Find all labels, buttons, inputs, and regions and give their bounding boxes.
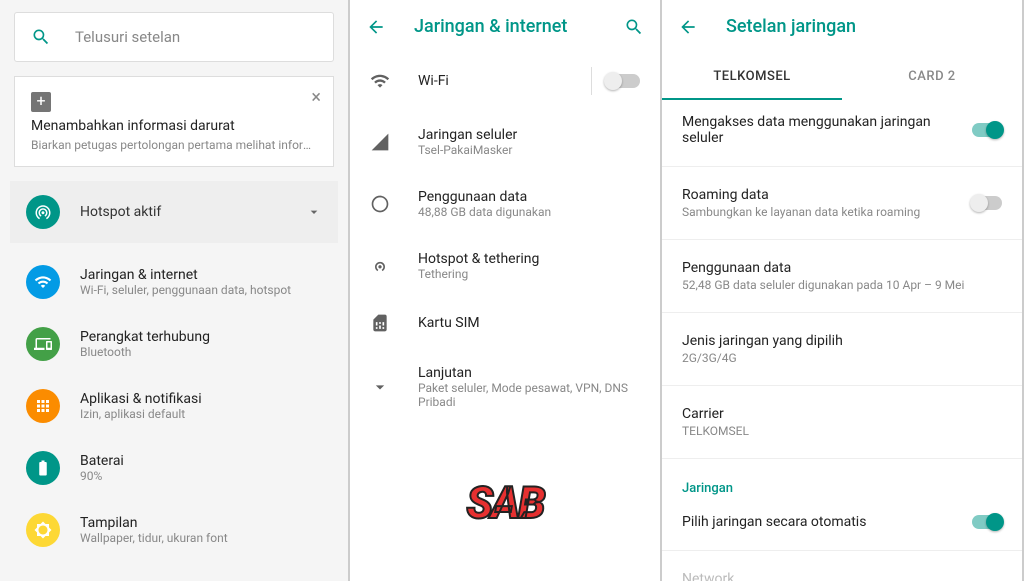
row-title: Roaming data <box>682 187 972 203</box>
panel3-header: Setelan jaringan <box>662 0 1022 51</box>
display-icon <box>26 513 60 547</box>
chev-icon <box>370 377 390 397</box>
divider <box>662 312 1022 313</box>
wifi-full-icon <box>370 71 390 91</box>
network-item-1[interactable]: Jaringan selulerTsel-PakaiMasker <box>350 111 660 173</box>
settings-main-panel: Telusuri setelan × + Menambahkan informa… <box>0 0 350 581</box>
hotspot-label: Hotspot aktif <box>80 204 306 220</box>
network-title: Network <box>682 571 1002 581</box>
settings-item-2[interactable]: Aplikasi & notifikasiIzin, aplikasi defa… <box>10 375 338 437</box>
network-item-3[interactable]: Hotspot & tetheringTethering <box>350 235 660 297</box>
watermark: SAB <box>466 477 543 529</box>
item-sub: Bluetooth <box>80 345 322 359</box>
item-sub: Tsel-PakaiMasker <box>418 143 640 157</box>
back-arrow-icon[interactable] <box>366 17 386 37</box>
devices-icon <box>26 327 60 361</box>
divider <box>591 67 592 95</box>
row-title: Penggunaan data <box>682 260 1002 276</box>
row-title: Carrier <box>682 406 1002 422</box>
sim-tabs: TELKOMSEL CARD 2 <box>662 55 1022 100</box>
tab-telkomsel[interactable]: TELKOMSEL <box>662 55 842 100</box>
close-icon[interactable]: × <box>311 87 321 108</box>
search-icon[interactable] <box>624 17 644 37</box>
divider <box>662 458 1022 459</box>
item-title: Kartu SIM <box>418 315 640 331</box>
data-icon <box>370 194 390 214</box>
setting-row-0[interactable]: Mengakses data menggunakan jaringan selu… <box>662 100 1022 160</box>
search-settings[interactable]: Telusuri setelan <box>14 12 334 62</box>
network-item-0[interactable]: Wi-Fi <box>350 51 660 111</box>
wifi-icon <box>26 265 60 299</box>
row-sub: TELKOMSEL <box>682 424 1002 438</box>
settings-item-3[interactable]: Baterai90% <box>10 437 338 499</box>
item-sub: Paket seluler, Mode pesawat, VPN, DNS Pr… <box>418 381 640 409</box>
network-settings-panel: Setelan jaringan TELKOMSEL CARD 2 Mengak… <box>662 0 1024 581</box>
setting-row-1[interactable]: Roaming data Sambungkan ke layanan data k… <box>662 173 1022 233</box>
emergency-info-card[interactable]: × + Menambahkan informasi darurat Biarka… <box>14 76 334 167</box>
item-title: Aplikasi & notifikasi <box>80 391 322 407</box>
back-arrow-icon[interactable] <box>678 17 698 37</box>
auto-select-network-row[interactable]: Pilih jaringan secara otomatis <box>662 500 1022 544</box>
tab-card2[interactable]: CARD 2 <box>842 55 1022 100</box>
search-placeholder: Telusuri setelan <box>75 28 180 46</box>
setting-row-3[interactable]: Jenis jaringan yang dipilih 2G/3G/4G <box>662 319 1022 379</box>
setting-row-4[interactable]: Carrier TELKOMSEL <box>662 392 1022 452</box>
item-sub: Wi-Fi, seluler, penggunaan data, hotspot <box>80 283 322 297</box>
row-sub: Sambungkan ke layanan data ketika roamin… <box>682 205 972 219</box>
divider <box>662 550 1022 551</box>
network-item-4[interactable]: Kartu SIM <box>350 297 660 349</box>
toggle-0[interactable] <box>972 123 1002 137</box>
item-sub: Izin, aplikasi default <box>80 407 322 421</box>
apps-icon <box>26 389 60 423</box>
row-title: Mengakses data menggunakan jaringan selu… <box>682 114 972 146</box>
item-title: Wi-Fi <box>418 73 577 89</box>
toggle-1[interactable] <box>972 196 1002 210</box>
plus-icon: + <box>31 92 51 112</box>
row-sub: 2G/3G/4G <box>682 351 1002 365</box>
item-title: Baterai <box>80 453 322 469</box>
network-item-5[interactable]: LanjutanPaket seluler, Mode pesawat, VPN… <box>350 349 660 425</box>
item-title: Penggunaan data <box>418 189 640 205</box>
chevron-down-icon <box>306 204 322 220</box>
item-sub: 48,88 GB data digunakan <box>418 205 640 219</box>
auto-select-toggle[interactable] <box>972 515 1002 529</box>
section-jaringan: Jaringan <box>662 465 1022 500</box>
network-item-2[interactable]: Penggunaan data48,88 GB data digunakan <box>350 173 660 235</box>
settings-item-4[interactable]: TampilanWallpaper, tidur, ukuran font <box>10 499 338 561</box>
setting-row-2[interactable]: Penggunaan data 52,48 GB data seluler dig… <box>662 246 1022 306</box>
settings-item-1[interactable]: Perangkat terhubungBluetooth <box>10 313 338 375</box>
divider <box>662 385 1022 386</box>
item-title: Hotspot & tethering <box>418 251 640 267</box>
hotspot-icon <box>26 195 60 229</box>
search-icon <box>31 27 51 47</box>
card-subtitle: Biarkan petugas pertolongan pertama meli… <box>31 138 317 152</box>
hotspot-icon <box>370 256 390 276</box>
item-sub: Wallpaper, tidur, ukuran font <box>80 531 322 545</box>
item-title: Jaringan seluler <box>418 127 640 143</box>
divider <box>662 239 1022 240</box>
divider <box>662 166 1022 167</box>
item-sub: 90% <box>80 469 322 483</box>
row-sub: 52,48 GB data seluler digunakan pada 10 … <box>682 278 1002 292</box>
settings-item-0[interactable]: Jaringan & internetWi-Fi, seluler, pengg… <box>10 251 338 313</box>
auto-select-title: Pilih jaringan secara otomatis <box>682 514 972 530</box>
item-title: Jaringan & internet <box>80 267 322 283</box>
cell-icon <box>370 132 390 152</box>
network-row: Network Tsel-PakaiMasker <box>662 557 1022 581</box>
panel2-title: Jaringan & internet <box>414 16 624 37</box>
battery-icon <box>26 451 60 485</box>
panel3-title: Setelan jaringan <box>726 16 1006 37</box>
panel2-header: Jaringan & internet <box>350 0 660 51</box>
wifi-toggle[interactable] <box>606 74 640 88</box>
sim-icon <box>370 313 390 333</box>
item-title: Lanjutan <box>418 365 640 381</box>
item-sub: Tethering <box>418 267 640 281</box>
network-internet-panel: Jaringan & internet Wi-Fi Jaringan selule… <box>350 0 662 581</box>
row-title: Jenis jaringan yang dipilih <box>682 333 1002 349</box>
hotspot-active-row[interactable]: Hotspot aktif <box>10 181 338 243</box>
item-title: Perangkat terhubung <box>80 329 322 345</box>
card-title: Menambahkan informasi darurat <box>31 118 317 134</box>
item-title: Tampilan <box>80 515 322 531</box>
